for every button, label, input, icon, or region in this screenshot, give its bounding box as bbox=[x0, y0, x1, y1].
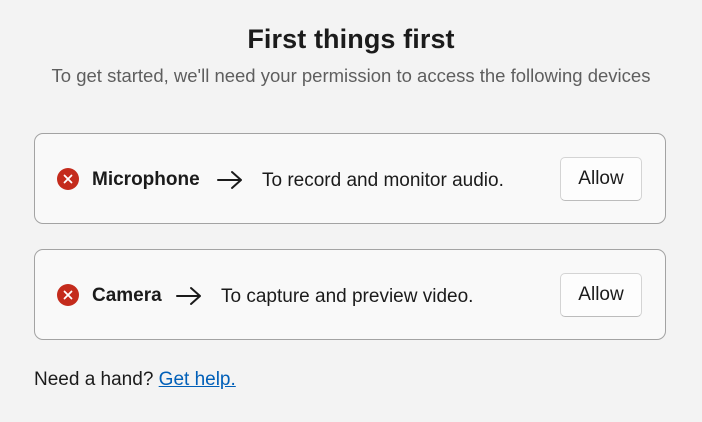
help-footer: Need a hand? Get help. bbox=[34, 368, 236, 392]
get-help-link[interactable]: Get help. bbox=[159, 369, 236, 390]
microphone-description: To record and monitor audio. bbox=[262, 170, 504, 191]
camera-description: To capture and preview video. bbox=[221, 286, 474, 307]
arrow-right-icon bbox=[216, 169, 244, 191]
error-circle-icon bbox=[57, 168, 79, 190]
camera-label: Camera bbox=[92, 285, 162, 306]
help-prompt: Need a hand? bbox=[34, 369, 154, 390]
allow-camera-button[interactable]: Allow bbox=[560, 273, 642, 317]
camera-permission-card: Camera To capture and preview video. All… bbox=[34, 249, 666, 340]
error-circle-icon bbox=[57, 284, 79, 306]
microphone-label: Microphone bbox=[92, 169, 200, 190]
arrow-right-icon bbox=[175, 285, 203, 307]
page-subtitle: To get started, we'll need your permissi… bbox=[51, 65, 651, 86]
page-title: First things first bbox=[247, 24, 455, 54]
microphone-permission-card: Microphone To record and monitor audio. … bbox=[34, 133, 666, 224]
allow-microphone-button[interactable]: Allow bbox=[560, 157, 642, 201]
